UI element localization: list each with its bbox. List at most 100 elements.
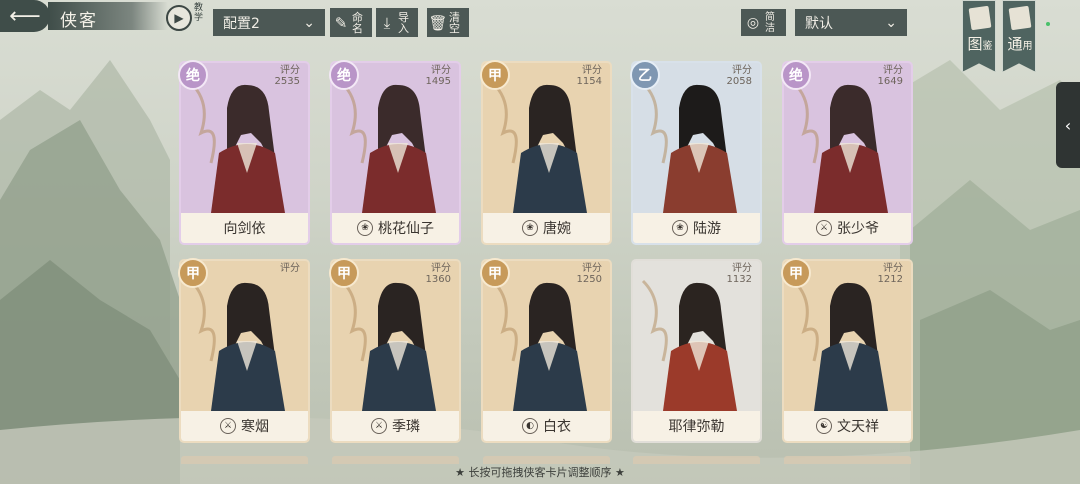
download-icon: ⤓ <box>383 13 391 32</box>
page-title: 侠客 <box>60 11 98 31</box>
hero-name-bar: ◐ 白衣 <box>483 411 610 441</box>
card-frame: ⚔ 季璘 <box>332 261 459 441</box>
score-label: 评分 <box>883 65 903 76</box>
hero-card[interactable]: ❀ 唐婉 评分 1154 甲 <box>480 60 610 243</box>
sort-select[interactable]: 默认 ⌄ <box>795 9 907 36</box>
top-bar: ⟵ 侠客 ▶ 教学 配置2 ⌄ ✎ 命名 ⤓ 导入 🗑 清空 ◎ 简洁 默认 ⌄… <box>0 0 1080 72</box>
hero-name-bar: ☯ 文天祥 <box>784 411 911 441</box>
rename-button[interactable]: ✎ 命名 <box>330 8 372 37</box>
hero-card[interactable]: ⚔ 张少爷 评分 1649 绝 <box>781 60 911 243</box>
score-label: 评分 <box>280 263 300 274</box>
hero-name: 向剑依 <box>223 221 266 237</box>
general-sub: 用 <box>1022 41 1033 52</box>
import-label: 导入 <box>398 10 409 35</box>
rank-badge: 甲 <box>480 60 510 90</box>
chevron-down-icon: ⌄ <box>885 14 897 31</box>
next-row-peek <box>332 456 459 464</box>
hero-card[interactable]: 耶律弥勒 评分 1132 <box>633 261 760 441</box>
score-value: 1154 <box>576 76 602 87</box>
hero-score: 评分 1360 <box>426 263 451 285</box>
next-row-peek <box>483 456 610 464</box>
next-row-peek <box>181 456 308 464</box>
brush-icon: ✎ <box>334 13 348 32</box>
import-button[interactable]: ⤓ 导入 <box>376 8 418 37</box>
hero-name-bar: ❀ 陆游 <box>633 213 760 243</box>
rank-badge: 甲 <box>781 258 811 288</box>
hero-name: 文天祥 <box>837 419 879 435</box>
trash-icon: 🗑 <box>428 13 448 32</box>
tutorial-label: 教学 <box>194 3 204 23</box>
rank-badge: 绝 <box>781 60 811 90</box>
rank-badge: 绝 <box>329 60 359 90</box>
side-panel-toggle[interactable]: ‹ <box>1056 82 1080 168</box>
arrow-left-icon: ⟵ <box>9 3 41 29</box>
hero-name: 唐婉 <box>543 221 571 237</box>
simple-label: 简洁 <box>765 11 775 34</box>
hero-score: 评分 1495 <box>426 65 451 87</box>
simple-view-toggle[interactable]: ◎ 简洁 <box>741 9 786 36</box>
score-label: 评分 <box>582 263 602 274</box>
hero-card[interactable]: ⚔ 寒烟 评分 甲 <box>178 258 308 441</box>
rank-badge: 乙 <box>630 60 660 90</box>
back-button[interactable]: ⟵ <box>0 0 50 32</box>
hero-name-bar: ⚔ 季璘 <box>332 411 459 441</box>
card-frame: ❀ 桃花仙子 <box>332 63 459 243</box>
card-frame: ❀ 陆游 <box>633 63 760 243</box>
chevron-down-icon: ⌄ <box>303 14 315 31</box>
hero-score: 评分 1250 <box>577 263 602 285</box>
hero-score: 评分 1649 <box>878 65 903 87</box>
hero-name-bar: 向剑依 <box>181 213 308 243</box>
score-label: 评分 <box>732 65 752 76</box>
hero-name: 张少爷 <box>837 221 879 237</box>
hero-name-bar: ⚔ 寒烟 <box>181 411 308 441</box>
config-select[interactable]: 配置2 ⌄ <box>213 9 325 36</box>
score-value: 1212 <box>877 274 903 285</box>
hero-card[interactable]: ⚔ 季璘 评分 1360 甲 <box>329 258 459 441</box>
hero-card[interactable]: 向剑依 评分 2535 绝 <box>178 60 308 243</box>
tutorial-button[interactable]: ▶ 教学 <box>164 3 210 33</box>
play-icon: ▶ <box>166 5 192 31</box>
hero-card[interactable]: ☯ 文天祥 评分 1212 甲 <box>781 258 911 441</box>
rename-label: 命名 <box>352 10 363 35</box>
score-label: 评分 <box>280 65 300 76</box>
hero-score: 评分 1132 <box>727 263 752 285</box>
hero-name-bar: ❀ 唐婉 <box>483 213 610 243</box>
hero-score: 评分 1154 <box>577 65 602 87</box>
hero-card[interactable]: ❀ 桃花仙子 评分 1495 绝 <box>329 60 459 243</box>
chevron-left-icon: ‹ <box>1064 115 1072 135</box>
clear-label: 清空 <box>449 10 460 35</box>
card-frame: ❀ 唐婉 <box>483 63 610 243</box>
card-frame: 耶律弥勒 <box>633 261 760 441</box>
lotus-icon: ❀ <box>357 220 373 236</box>
rank-badge: 甲 <box>329 258 359 288</box>
hero-score: 评分 2058 <box>727 65 752 87</box>
status-dot <box>1046 22 1050 26</box>
score-value: 2058 <box>726 76 752 87</box>
card-frame: ⚔ 张少爷 <box>784 63 911 243</box>
score-value: 2535 <box>274 76 300 87</box>
hero-score: 评分 1212 <box>878 263 903 285</box>
hero-name: 白衣 <box>543 419 571 435</box>
clear-button[interactable]: 🗑 清空 <box>427 8 469 37</box>
score-value: 1649 <box>877 76 903 87</box>
hero-card[interactable]: ◐ 白衣 评分 1250 甲 <box>480 258 610 441</box>
hero-name: 陆游 <box>693 221 721 237</box>
card-frame: 向剑依 <box>181 63 308 243</box>
hero-name: 耶律弥勒 <box>668 419 725 435</box>
rank-badge: 绝 <box>178 60 208 90</box>
score-label: 评分 <box>431 65 451 76</box>
score-value: 1132 <box>726 274 752 285</box>
hero-card[interactable]: ❀ 陆游 评分 2058 乙 <box>630 60 760 243</box>
next-row-peek <box>784 456 911 464</box>
score-value: 1495 <box>425 76 451 87</box>
score-value: 1360 <box>425 274 451 285</box>
hero-name: 季璘 <box>392 419 420 435</box>
atlas-button[interactable]: 图鉴 <box>962 0 996 72</box>
hero-name: 桃花仙子 <box>378 221 434 237</box>
score-label: 评分 <box>732 263 752 274</box>
general-button[interactable]: 通用 <box>1002 0 1036 72</box>
hero-name-bar: 耶律弥勒 <box>633 411 760 441</box>
yinyang-icon: ☯ <box>816 418 832 434</box>
score-value: 1250 <box>576 274 602 285</box>
book-icon <box>1008 5 1032 31</box>
